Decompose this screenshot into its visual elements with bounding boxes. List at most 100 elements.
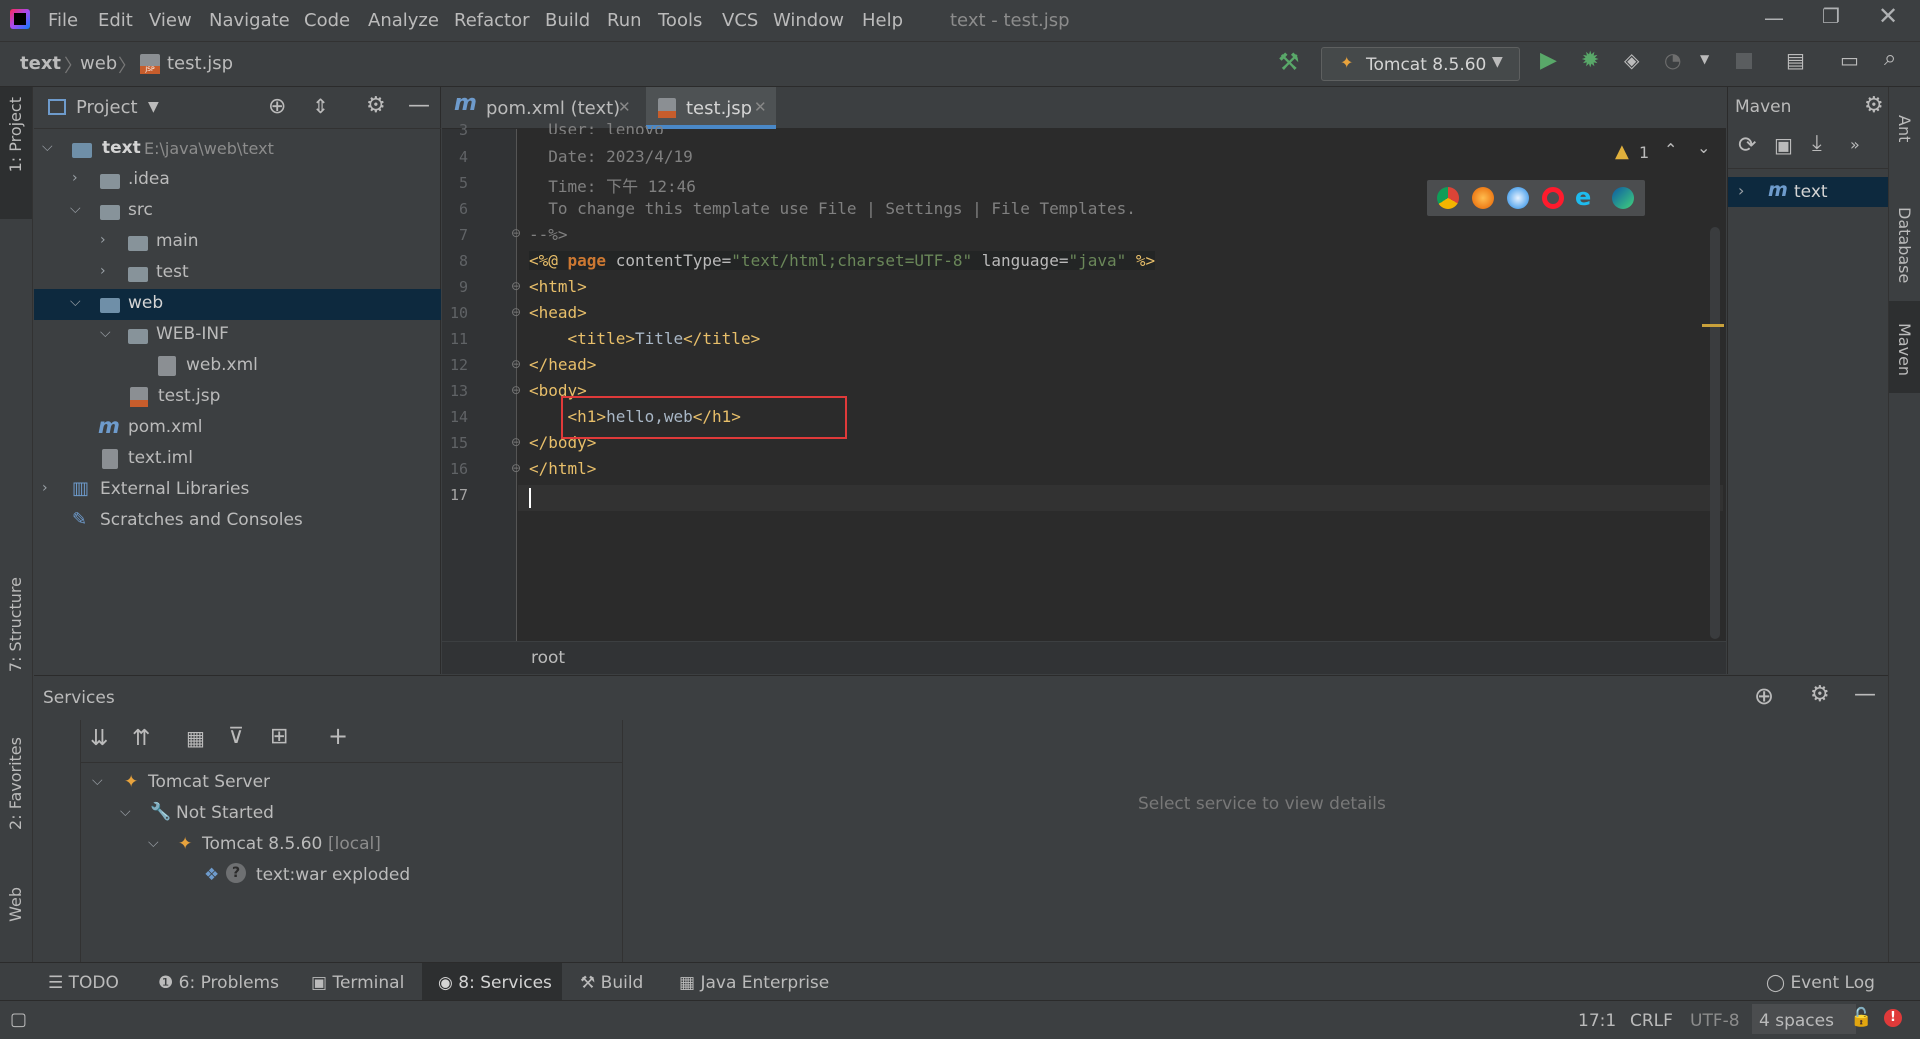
more-icon[interactable]: » (1850, 135, 1860, 154)
restore-icon[interactable]: ❐ (1822, 4, 1840, 28)
opera-icon[interactable] (1542, 187, 1564, 209)
run-icon[interactable]: ▶ (1540, 48, 1557, 73)
hide-icon[interactable]: — (1854, 682, 1876, 707)
fold-marker-icon[interactable]: ⊖ (511, 305, 521, 319)
tree-item-pom-xml[interactable]: m pom.xml (34, 413, 441, 444)
gear-icon[interactable]: ⚙ (366, 93, 386, 118)
favorites-tool-label[interactable]: 2: Favorites (6, 737, 25, 830)
breadcrumb-folder[interactable]: web (80, 53, 117, 74)
service-artifact[interactable]: ❖ ? text:war exploded (84, 861, 614, 892)
firefox-icon[interactable] (1472, 187, 1494, 209)
project-tool-tab[interactable]: 1: Project (0, 87, 32, 219)
menu-tools[interactable]: Tools (658, 10, 702, 31)
service-tomcat-server[interactable]: ⌵ ✦ Tomcat Server (84, 768, 614, 799)
fold-marker-icon[interactable]: ⊖ (511, 357, 521, 371)
safari-icon[interactable] (1507, 187, 1529, 209)
menu-file[interactable]: File (48, 10, 78, 31)
collapse-all-icon[interactable]: ⇕ (312, 94, 329, 118)
add-service-icon[interactable]: + (328, 722, 348, 750)
tab-services-active[interactable]: ◉ 8: Services (422, 963, 562, 1001)
coverage-icon[interactable]: ◈ (1624, 48, 1639, 72)
fold-marker-icon[interactable]: ⊖ (511, 383, 521, 397)
tree-item-web-inf[interactable]: ⌵ WEB-INF (34, 320, 441, 351)
close-icon[interactable]: ✕ (1878, 2, 1898, 30)
tree-item-test[interactable]: › test (34, 258, 441, 289)
menu-refactor[interactable]: Refactor (454, 10, 530, 31)
warning-icon[interactable]: ▲ (1615, 141, 1629, 162)
breadcrumb-file[interactable]: test.jsp (167, 53, 233, 74)
gear-icon[interactable]: ⚙ (1864, 93, 1884, 118)
menu-analyze[interactable]: Analyze (368, 10, 439, 31)
profile-dropdown-icon[interactable]: ▼ (1700, 52, 1709, 66)
project-structure-icon[interactable]: ▤ (1786, 48, 1805, 72)
locate-icon[interactable]: ⊕ (1754, 682, 1774, 710)
tree-item-web-xml[interactable]: web.xml (34, 351, 441, 382)
tree-item-main[interactable]: › main (34, 227, 441, 258)
ant-tool-label[interactable]: Ant (1895, 115, 1914, 142)
minimize-icon[interactable]: — (1764, 6, 1784, 30)
tree-item-test-jsp[interactable]: test.jsp (34, 382, 441, 413)
tab-build[interactable]: ⚒ Build (580, 973, 643, 993)
cursor-position[interactable]: 17:1 (1578, 1011, 1616, 1031)
collapse-all-icon[interactable]: ⇈ (132, 726, 150, 751)
unlock-icon[interactable]: 🔓 (1850, 1007, 1872, 1028)
structure-tool-label[interactable]: 7: Structure (6, 577, 25, 672)
tab-todo[interactable]: ☰ TODO (48, 973, 119, 993)
menu-build[interactable]: Build (545, 10, 590, 31)
toggle-tool-windows-icon[interactable]: ▢ (10, 1009, 27, 1030)
tab-java-enterprise[interactable]: ▦ Java Enterprise (679, 973, 829, 993)
close-tab-icon[interactable]: ✕ (754, 98, 767, 116)
menu-help[interactable]: Help (862, 10, 903, 31)
search-icon[interactable]: ⌕ (1884, 46, 1896, 71)
tree-item-text-iml[interactable]: text.iml (34, 444, 441, 475)
next-highlight-icon[interactable]: ⌄ (1697, 138, 1710, 157)
fold-marker-icon[interactable]: ⊖ (511, 435, 521, 449)
menu-view[interactable]: View (149, 10, 192, 31)
close-tab-icon[interactable]: ✕ (618, 98, 631, 116)
menu-window[interactable]: Window (773, 10, 844, 31)
previous-highlight-icon[interactable]: ⌃ (1664, 140, 1677, 159)
service-not-started[interactable]: ⌵ 🔧 Not Started (84, 799, 614, 830)
line-separator[interactable]: CRLF (1630, 1011, 1673, 1031)
filter-icon[interactable]: ⊽ (228, 724, 244, 749)
project-panel-title[interactable]: Project (76, 97, 138, 118)
chrome-icon[interactable] (1437, 187, 1459, 209)
gear-icon[interactable]: ⚙ (1810, 682, 1830, 707)
tree-item-web[interactable]: ⌵ web (34, 289, 441, 320)
profile-icon[interactable]: ◔ (1664, 48, 1681, 72)
tree-item-external-libraries[interactable]: › ▥ External Libraries (34, 475, 441, 506)
download-icon[interactable]: ⤓ (1812, 131, 1822, 156)
tree-item-scratches[interactable]: ✎ Scratches and Consoles (34, 506, 441, 537)
run-config-select[interactable]: ✦ Tomcat 8.5.60 ▼ (1321, 47, 1520, 81)
menu-edit[interactable]: Edit (98, 10, 133, 31)
service-tomcat-local[interactable]: ⌵ ✦ Tomcat 8.5.60 [local] (84, 830, 614, 861)
fold-marker-icon[interactable]: ⊖ (511, 226, 521, 240)
debug-icon[interactable]: ✹ (1581, 48, 1599, 73)
tree-item-text[interactable]: ⌵ text E:\java\web\text (34, 134, 441, 165)
menu-vcs[interactable]: VCS (722, 10, 758, 31)
editor-breadcrumb[interactable]: root (531, 648, 565, 668)
menu-run[interactable]: Run (607, 10, 642, 31)
chevron-down-icon[interactable]: ▼ (148, 99, 159, 115)
build-hammer-icon[interactable]: ⚒ (1278, 48, 1300, 76)
warning-stripe-marker[interactable] (1702, 324, 1724, 327)
error-indicator-icon[interactable]: ! (1884, 1009, 1902, 1027)
editor-scrollbar[interactable] (1710, 227, 1720, 639)
tab-test-jsp[interactable]: test.jsp ✕ (646, 87, 776, 129)
tree-item-idea[interactable]: › .idea (34, 165, 441, 196)
tab-problems[interactable]: ❶ 6: Problems (158, 973, 279, 993)
tab-event-log[interactable]: ◯ Event Log (1766, 973, 1875, 993)
expand-all-icon[interactable]: ⇊ (90, 726, 108, 751)
add-maven-project-icon[interactable]: ▣ (1774, 133, 1793, 157)
edge-icon[interactable] (1612, 187, 1634, 209)
database-tool-label[interactable]: Database (1895, 207, 1914, 283)
breadcrumb-project[interactable]: text (20, 53, 61, 74)
file-encoding[interactable]: UTF-8 (1690, 1011, 1740, 1031)
fold-marker-icon[interactable]: ⊖ (511, 279, 521, 293)
internet-explorer-icon[interactable]: e (1575, 183, 1591, 211)
terminal-window-icon[interactable]: ▭ (1840, 48, 1859, 72)
tree-item-src[interactable]: ⌵ src (34, 196, 441, 227)
group-by-icon[interactable]: ▦ (186, 726, 205, 750)
indent-widget[interactable]: 4 spaces (1752, 1004, 1856, 1034)
maven-tree-item-text[interactable]: › m text (1728, 177, 1888, 207)
